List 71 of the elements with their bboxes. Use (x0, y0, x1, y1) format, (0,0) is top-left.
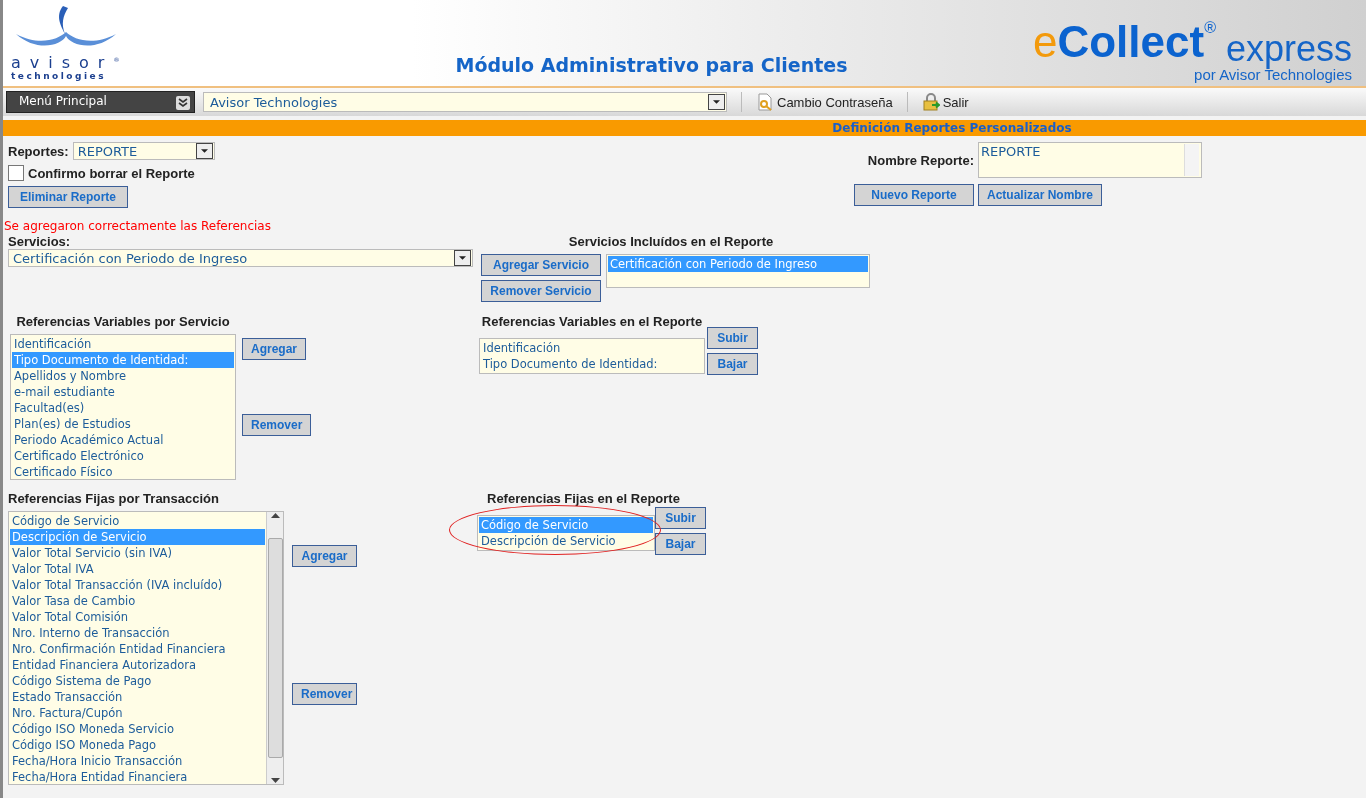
list-item[interactable]: Código Sistema de Pago (10, 673, 265, 689)
list-box[interactable]: Identificación Tipo Documento de Identidad: (479, 338, 705, 374)
list-item[interactable]: Identificación (12, 336, 234, 352)
service-button[interactable]: Remover Servicio (481, 280, 601, 302)
list-item[interactable]: Plan(es) de Estudios (12, 416, 234, 432)
list-item[interactable]: Apellidos y Nombre (12, 368, 234, 384)
report-select[interactable]: REPORTE (72, 142, 215, 160)
list-item[interactable]: Fecha/Hora Entidad Financiera (10, 769, 265, 784)
order-button[interactable]: Subir (707, 327, 758, 349)
list-item[interactable]: Valor Total Transacción (IVA incluído) (10, 577, 265, 593)
scroll-up-arrow-icon[interactable] (270, 512, 280, 518)
section-heading: Referencias Variables en el Reporte (481, 314, 703, 330)
company-logo: avisor$^{®}$ technologies (3, 3, 141, 86)
page-title: Módulo Administrativo para Clientes (454, 54, 849, 78)
list-item[interactable]: Valor Total Comisión (10, 609, 265, 625)
section-heading: Referencias Variables por Servicio (16, 314, 230, 330)
service-button[interactable]: Agregar Servicio (481, 254, 601, 276)
list-item[interactable]: Facultad(es) (12, 400, 234, 416)
section-header: Definición Reportes Personalizados (3, 120, 1366, 136)
list-item[interactable]: Certificado Físico (12, 464, 234, 479)
order-button[interactable]: Bajar (655, 533, 706, 555)
list-item[interactable]: Nro. Interno de Transacción (10, 625, 265, 641)
list-item[interactable]: Identificación (481, 340, 703, 356)
list-item[interactable]: Valor Tasa de Cambio (10, 593, 265, 609)
scroll-down-arrow-icon[interactable] (270, 778, 280, 784)
list-item[interactable]: Código ISO Moneda Pago (10, 737, 265, 753)
report-name-field[interactable]: REPORTE (978, 142, 1202, 178)
list-item[interactable]: Certificado Electrónico (12, 448, 234, 464)
toolbar-link[interactable]: Salir (921, 93, 969, 111)
reference-button[interactable]: Remover (292, 683, 357, 705)
scrollbar-thumb[interactable] (267, 538, 283, 758)
field-label: Servicios: (8, 234, 72, 249)
report-button[interactable]: Nuevo Reporte (853, 184, 974, 206)
list-item[interactable]: Valor Total Servicio (sin IVA) (10, 545, 265, 561)
list-box[interactable]: Identificación Tipo Documento de Identidad: Apellidos y Nombre e-mail estudiante Facultad(es) Plan(es) de Estudios Periodo Académico Actual Certificado Electrónico Certificado Físico (10, 334, 236, 480)
list-item[interactable]: Periodo Académico Actual (12, 432, 234, 448)
order-button[interactable]: Bajar (707, 353, 758, 375)
status-message: Se agregaron correctamente las Referencias (4, 218, 272, 234)
field-label: Reportes: (8, 143, 69, 159)
list-item[interactable]: Nro. Confirmación Entidad Financiera (10, 641, 265, 657)
list-item[interactable]: Valor Total IVA (10, 561, 265, 577)
order-button[interactable]: Subir (655, 507, 706, 529)
checkbox-label: Confirmo borrar el Reporte (28, 165, 195, 181)
list-box[interactable] (8, 511, 284, 785)
list-item[interactable]: Código de Servicio (10, 513, 265, 529)
section-heading: Servicios Incluídos en el Reporte (567, 234, 775, 250)
toolbar-link[interactable]: Cambio Contraseña (756, 93, 893, 111)
double-chevron-icon[interactable] (176, 96, 190, 110)
checkbox[interactable] (8, 165, 24, 181)
padlock-icon (921, 93, 940, 111)
list-item[interactable]: e-mail estudiante (12, 384, 234, 400)
list-item[interactable]: Descripción de Servicio (479, 533, 653, 549)
list-item[interactable]: Entidad Financiera Autorizadora (10, 657, 265, 673)
list-box[interactable]: Código de Servicio Descripción de Servicio (477, 515, 655, 551)
field-label: Nombre Reporte: (867, 152, 974, 168)
list-item[interactable]: Código ISO Moneda Servicio (10, 721, 265, 737)
service-select[interactable]: Certificación con Periodo de Ingreso (8, 249, 473, 267)
list-item[interactable]: Nro. Factura/Cupón (10, 705, 265, 721)
main-menu[interactable]: Menú Principal (6, 91, 195, 113)
reference-button[interactable]: Agregar (292, 545, 357, 567)
delete-report-button[interactable]: Eliminar Reporte (8, 186, 128, 208)
report-button[interactable]: Actualizar Nombre (977, 184, 1102, 206)
section-heading: Referencias Fijas en el Reporte (487, 491, 680, 507)
list-item[interactable]: Fecha/Hora Inicio Transacción (10, 753, 265, 769)
list-item[interactable]: Estado Transacción (10, 689, 265, 705)
section-heading: Referencias Fijas por Transacción (8, 491, 220, 507)
product-logo: eCollect® express por Avisor Technologies (1031, 17, 1353, 85)
reference-button[interactable]: Agregar (242, 338, 306, 360)
reference-button[interactable]: Remover (242, 414, 312, 436)
list-item[interactable]: Tipo Documento de Identidad: (481, 356, 703, 372)
company-select[interactable]: Avisor Technologies (203, 92, 727, 112)
